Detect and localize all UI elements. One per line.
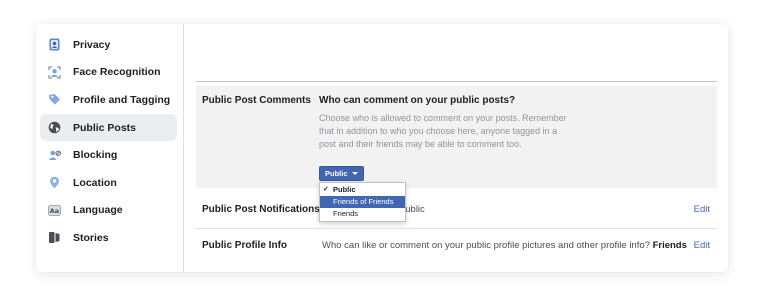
audience-dropdown-button[interactable]: Public xyxy=(319,166,364,181)
section-question: Who can comment on your public posts? xyxy=(319,95,516,106)
sidebar-item-blocking[interactable]: Blocking xyxy=(40,141,177,169)
sidebar-item-label: Blocking xyxy=(73,149,118,162)
section-description: Choose who is allowed to comment on your… xyxy=(319,113,567,149)
tag-icon xyxy=(48,93,61,106)
language-icon: Aa xyxy=(48,204,61,217)
dropdown-option-friends[interactable]: Friends xyxy=(320,208,405,220)
sidebar-item-location[interactable]: Location xyxy=(40,169,177,197)
stories-icon xyxy=(48,231,61,244)
svg-text:Aa: Aa xyxy=(50,207,59,215)
public-post-notifications-row: Public Post Notifications n Public Edit xyxy=(196,192,717,228)
public-profile-info-row: Public Profile Info Who can like or comm… xyxy=(196,228,717,264)
sidebar-item-stories[interactable]: Stories xyxy=(40,224,177,252)
dropdown-option-label: Friends xyxy=(333,209,359,218)
block-user-icon xyxy=(48,149,61,162)
sidebar-item-label: Public Posts xyxy=(73,121,137,134)
privacy-lock-icon xyxy=(48,38,61,51)
settings-card: Privacy Face Recognition Profile and Tag… xyxy=(36,24,728,272)
sidebar-item-label: Face Recognition xyxy=(73,66,161,79)
sidebar-item-language[interactable]: Aa Language xyxy=(40,197,177,225)
sidebar-item-label: Language xyxy=(73,204,123,217)
sidebar-item-label: Profile and Tagging xyxy=(73,93,171,106)
sidebar-item-public-posts[interactable]: Public Posts xyxy=(40,113,177,142)
dropdown-option-label: Friends of Friends xyxy=(333,197,394,206)
settings-sidebar: Privacy Face Recognition Profile and Tag… xyxy=(36,24,184,272)
sidebar-item-label: Stories xyxy=(73,231,109,244)
dropdown-selected-label: Public xyxy=(325,169,348,178)
globe-icon xyxy=(48,121,61,134)
section-label: Public Post Comments xyxy=(202,95,311,106)
dropdown-option-label: Public xyxy=(333,185,356,194)
settings-main: Public Post Comments Who can comment on … xyxy=(184,24,728,272)
edit-link[interactable]: Edit xyxy=(694,204,710,215)
dropdown-option-friends-of-friends[interactable]: Friends of Friends xyxy=(320,196,405,208)
sidebar-item-privacy[interactable]: Privacy xyxy=(40,31,177,59)
divider xyxy=(196,81,717,82)
chevron-down-icon xyxy=(351,172,358,175)
section-value-text: Who can like or comment on your public p… xyxy=(322,240,650,251)
sidebar-item-profile-and-tagging[interactable]: Profile and Tagging xyxy=(40,86,177,114)
section-label: Public Post Notifications xyxy=(202,204,320,215)
edit-link[interactable]: Edit xyxy=(694,240,710,251)
dropdown-option-public[interactable]: ✓ Public xyxy=(320,184,405,196)
checkmark-icon: ✓ xyxy=(323,186,329,193)
sidebar-item-face-recognition[interactable]: Face Recognition xyxy=(40,59,177,87)
face-recognition-icon xyxy=(48,66,61,79)
section-label: Public Profile Info xyxy=(202,240,288,251)
public-post-comments-panel: Public Post Comments Who can comment on … xyxy=(196,86,717,188)
audience-dropdown-menu: ✓ Public Friends of Friends Friends xyxy=(319,182,406,222)
sidebar-item-label: Privacy xyxy=(73,38,111,51)
location-pin-icon xyxy=(48,176,61,189)
sidebar-item-label: Location xyxy=(73,176,117,189)
section-value: Who can like or comment on your public p… xyxy=(322,240,687,251)
section-value-strong: Friends xyxy=(652,240,687,251)
